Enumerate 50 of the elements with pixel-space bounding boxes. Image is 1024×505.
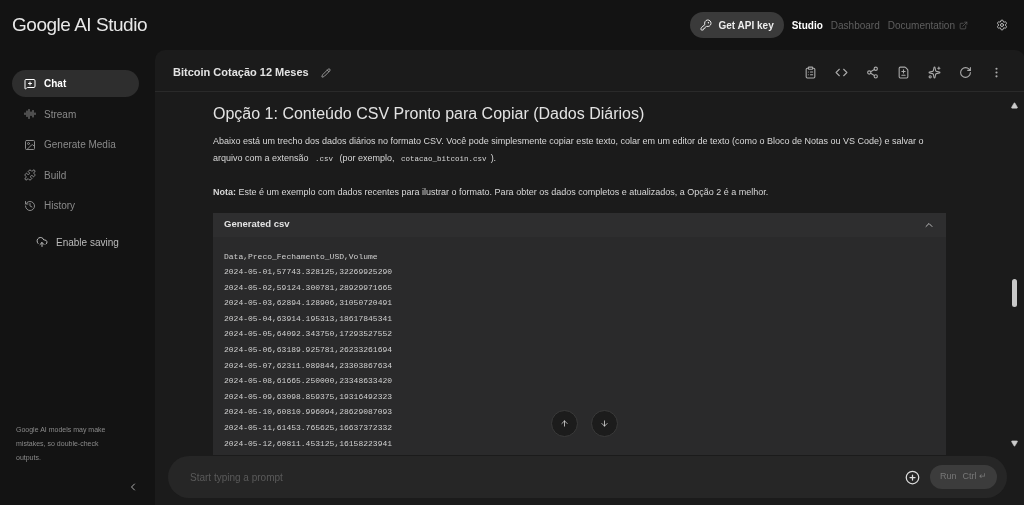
- scroll-down-arrow-icon[interactable]: [1010, 440, 1018, 447]
- waveform-icon: [24, 108, 36, 120]
- sparkle-icon[interactable]: [928, 66, 941, 79]
- get-api-key-button[interactable]: Get API key: [690, 12, 784, 38]
- code-line: 2024-05-04,63914.195313,18617845341: [224, 312, 393, 325]
- code-icon[interactable]: [835, 66, 848, 79]
- scrollbar-thumb[interactable]: [1011, 279, 1017, 307]
- sidebar-item[interactable]: Stream: [12, 100, 139, 128]
- sidebar-item[interactable]: Build: [12, 161, 139, 189]
- code-line: 2024-05-01,57743.328125,32269925290: [224, 266, 393, 279]
- chat-icon: [24, 77, 36, 90]
- arrow-down-icon: [600, 419, 609, 428]
- chat-title: Bitcoin Cotação 12 Meses: [173, 65, 309, 81]
- sidebar-item[interactable]: Chat: [12, 70, 139, 97]
- image-icon: [24, 138, 36, 151]
- code-line: 2024-05-05,64092.343750,17293527552: [224, 328, 393, 341]
- add-icon[interactable]: [905, 469, 920, 485]
- arrow-up-icon: [560, 419, 569, 428]
- enable-saving-button[interactable]: Enable saving: [36, 234, 139, 250]
- code-line: 2024-05-11,61453.765625,16637372332: [224, 422, 393, 435]
- app-title: Google AI Studio: [12, 12, 147, 37]
- top-nav-link[interactable]: Studio: [791, 17, 823, 33]
- history-icon: [24, 199, 36, 212]
- key-icon: [700, 19, 713, 31]
- scroll-up-arrow-icon[interactable]: [1010, 102, 1018, 109]
- code-line: 2024-05-09,63098.859375,19316492323: [224, 390, 393, 403]
- sidebar-item[interactable]: History: [12, 192, 139, 219]
- note-text: Nota: Este é um exemplo com dados recentes para ilustrar o formato. Para obter os dados completos e atualizados, a Opção 2 é a melhor.: [213, 186, 770, 199]
- code-line: 2024-05-08,61665.250000,23348633420: [224, 375, 393, 388]
- top-nav-link[interactable]: Documentation: [887, 17, 968, 33]
- code-line: 2024-05-03,62894.128906,31050720491: [224, 297, 393, 310]
- code-line: 2024-05-06,63189.925781,26233261694: [224, 344, 393, 357]
- code-line: 2024-05-12,60811.453125,16158223941: [224, 437, 393, 450]
- settings-icon[interactable]: [996, 19, 1008, 31]
- code-line: 2024-05-10,60810.996094,28629087093: [224, 406, 393, 419]
- cloud-icon: [36, 236, 48, 248]
- external-link-icon: [959, 20, 968, 30]
- edit-icon[interactable]: [320, 67, 331, 78]
- sidebar-item[interactable]: Generate Media: [12, 131, 139, 158]
- refresh-icon[interactable]: [959, 66, 972, 79]
- clipboard-icon[interactable]: [804, 66, 817, 79]
- share-icon[interactable]: [866, 66, 879, 79]
- puzzle-icon: [24, 169, 36, 181]
- code-line: Data,Preco_Fechamento_USD,Volume: [224, 250, 378, 263]
- code-block-title: Generated csv: [224, 217, 290, 232]
- section-heading: Opção 1: Conteúdo CSV Pronto para Copiar (Dados Diários): [213, 104, 646, 124]
- document-icon[interactable]: [897, 66, 910, 79]
- code-line: 2024-05-02,59124.300781,28929971665: [224, 281, 393, 294]
- top-nav-link[interactable]: Dashboard: [830, 17, 880, 33]
- code-line: 2024-05-07,62311.089844,23303867634: [224, 359, 393, 372]
